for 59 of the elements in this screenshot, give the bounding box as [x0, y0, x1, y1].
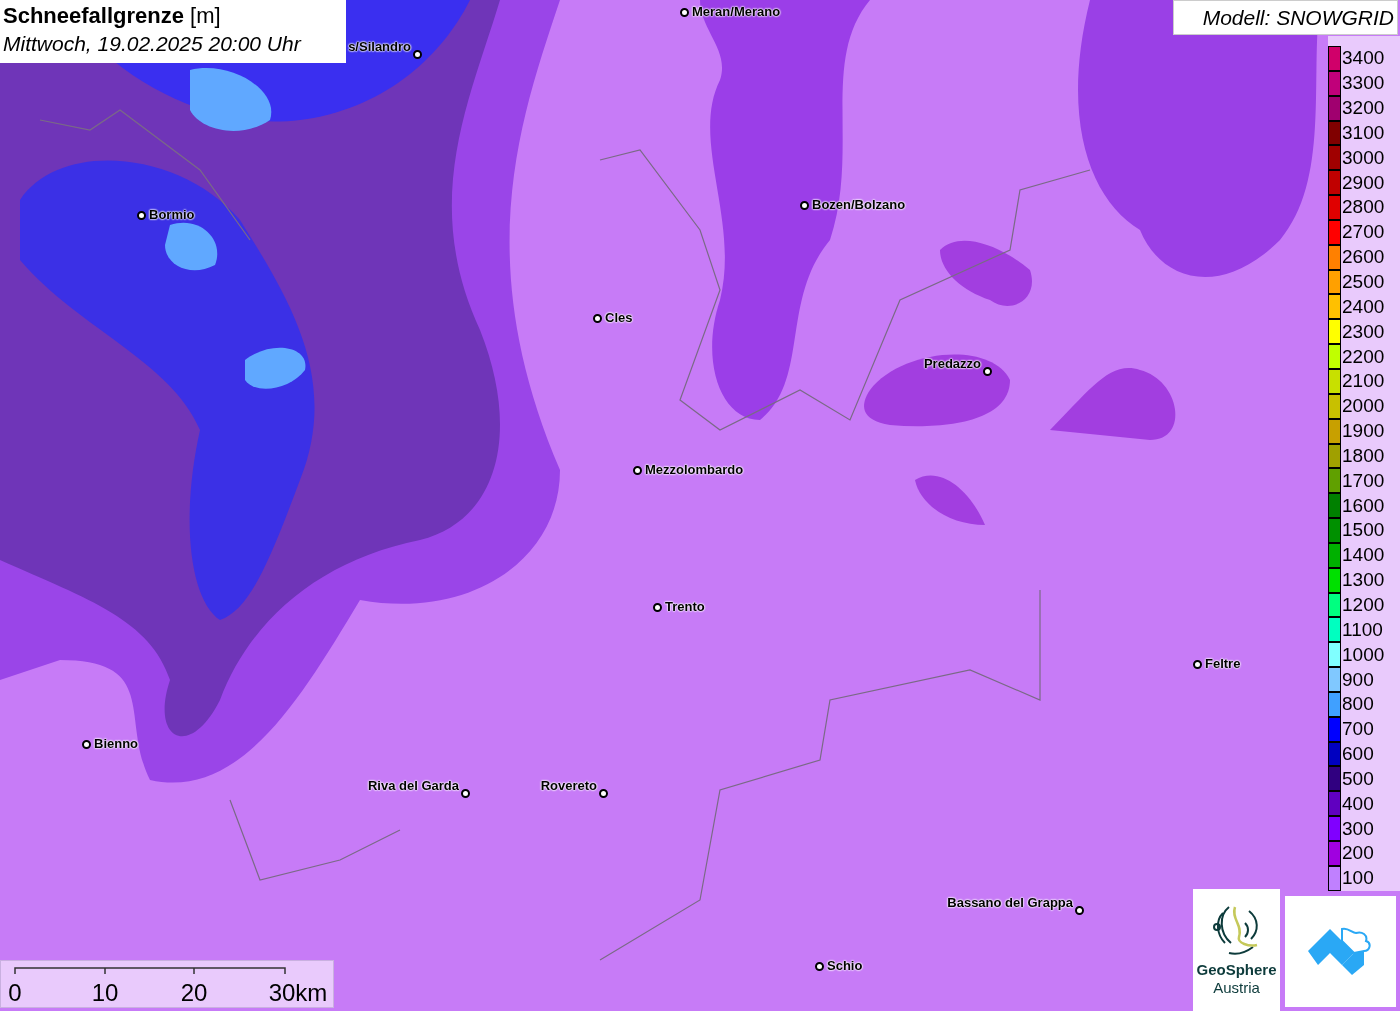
legend-label: 1000 [1342, 643, 1385, 666]
legend-label: 300 [1342, 817, 1374, 840]
legend-label: 2400 [1342, 295, 1385, 318]
legend-label: 700 [1342, 718, 1374, 741]
map-timestamp: Mittwoch, 19.02.2025 20:00 Uhr [3, 31, 303, 57]
legend-label: 400 [1342, 792, 1374, 815]
place-label: Meran/Merano [692, 4, 781, 19]
place-label: s/Silandro [348, 39, 411, 54]
legend-label: 3200 [1342, 97, 1385, 120]
place-label: Feltre [1205, 656, 1241, 671]
scale-label: 0 [8, 979, 22, 1007]
place-label: Trento [665, 599, 705, 614]
legend-label: 1800 [1342, 444, 1385, 467]
legend-label: 2100 [1342, 370, 1385, 393]
place-label: Predazzo [923, 356, 981, 371]
place-label: Bozen/Bolzano [812, 197, 906, 212]
legend-label: 3100 [1342, 121, 1385, 144]
legend-label: 1600 [1342, 494, 1385, 517]
legend-label: 2000 [1342, 395, 1385, 418]
legend-label: 2700 [1342, 221, 1385, 244]
place-label: Mezzolombardo [645, 462, 744, 477]
legend-label: 3300 [1342, 72, 1385, 95]
legend-label: 100 [1342, 867, 1374, 890]
legend-label: 600 [1342, 743, 1374, 766]
legend-label: 2200 [1342, 345, 1385, 368]
logo-text: Austria [1213, 979, 1260, 997]
legend-label: 900 [1342, 668, 1374, 691]
legend-label: 3000 [1342, 146, 1385, 169]
logo-text: GeoSphere [1196, 961, 1277, 979]
place-label: Rovereto [540, 778, 597, 793]
model-label: Modell: SNOWGRID [1173, 0, 1398, 35]
legend-label: 1500 [1342, 519, 1385, 542]
legend-label: 1200 [1342, 594, 1385, 616]
legend-label: 3400 [1342, 47, 1385, 70]
place-label: Bienno [94, 736, 139, 751]
legend-label: 2300 [1342, 320, 1385, 343]
legend-label: 200 [1342, 842, 1374, 865]
legend-label: 1300 [1342, 569, 1385, 592]
legend-label: 2500 [1342, 271, 1385, 293]
place-label: Riva del Garda [367, 778, 459, 793]
legend-label: 2800 [1342, 196, 1385, 219]
place-label: Bormio [149, 207, 195, 222]
place-label: Schio [827, 958, 863, 973]
scale-ruler-icon [14, 967, 286, 975]
scale-label: 30km [268, 979, 328, 1007]
map-title: Schneefallgrenze [m] [3, 2, 222, 30]
mountain-cloud-icon [1307, 926, 1374, 977]
legend-label: 2600 [1342, 246, 1385, 269]
legend-label: 800 [1342, 693, 1374, 716]
place-label: Bassano del Grappa [947, 895, 1073, 910]
scale-label: 20 [180, 979, 208, 1007]
legend-label: 1900 [1342, 420, 1385, 443]
legend-label: 1100 [1342, 618, 1383, 641]
place-label: Cles [605, 310, 633, 325]
legend-label: 500 [1342, 767, 1374, 790]
scale-label: 10 [91, 979, 119, 1007]
legend-label: 1700 [1342, 469, 1385, 492]
legend-label: 2900 [1342, 171, 1385, 194]
legend-label: 1400 [1342, 544, 1385, 567]
